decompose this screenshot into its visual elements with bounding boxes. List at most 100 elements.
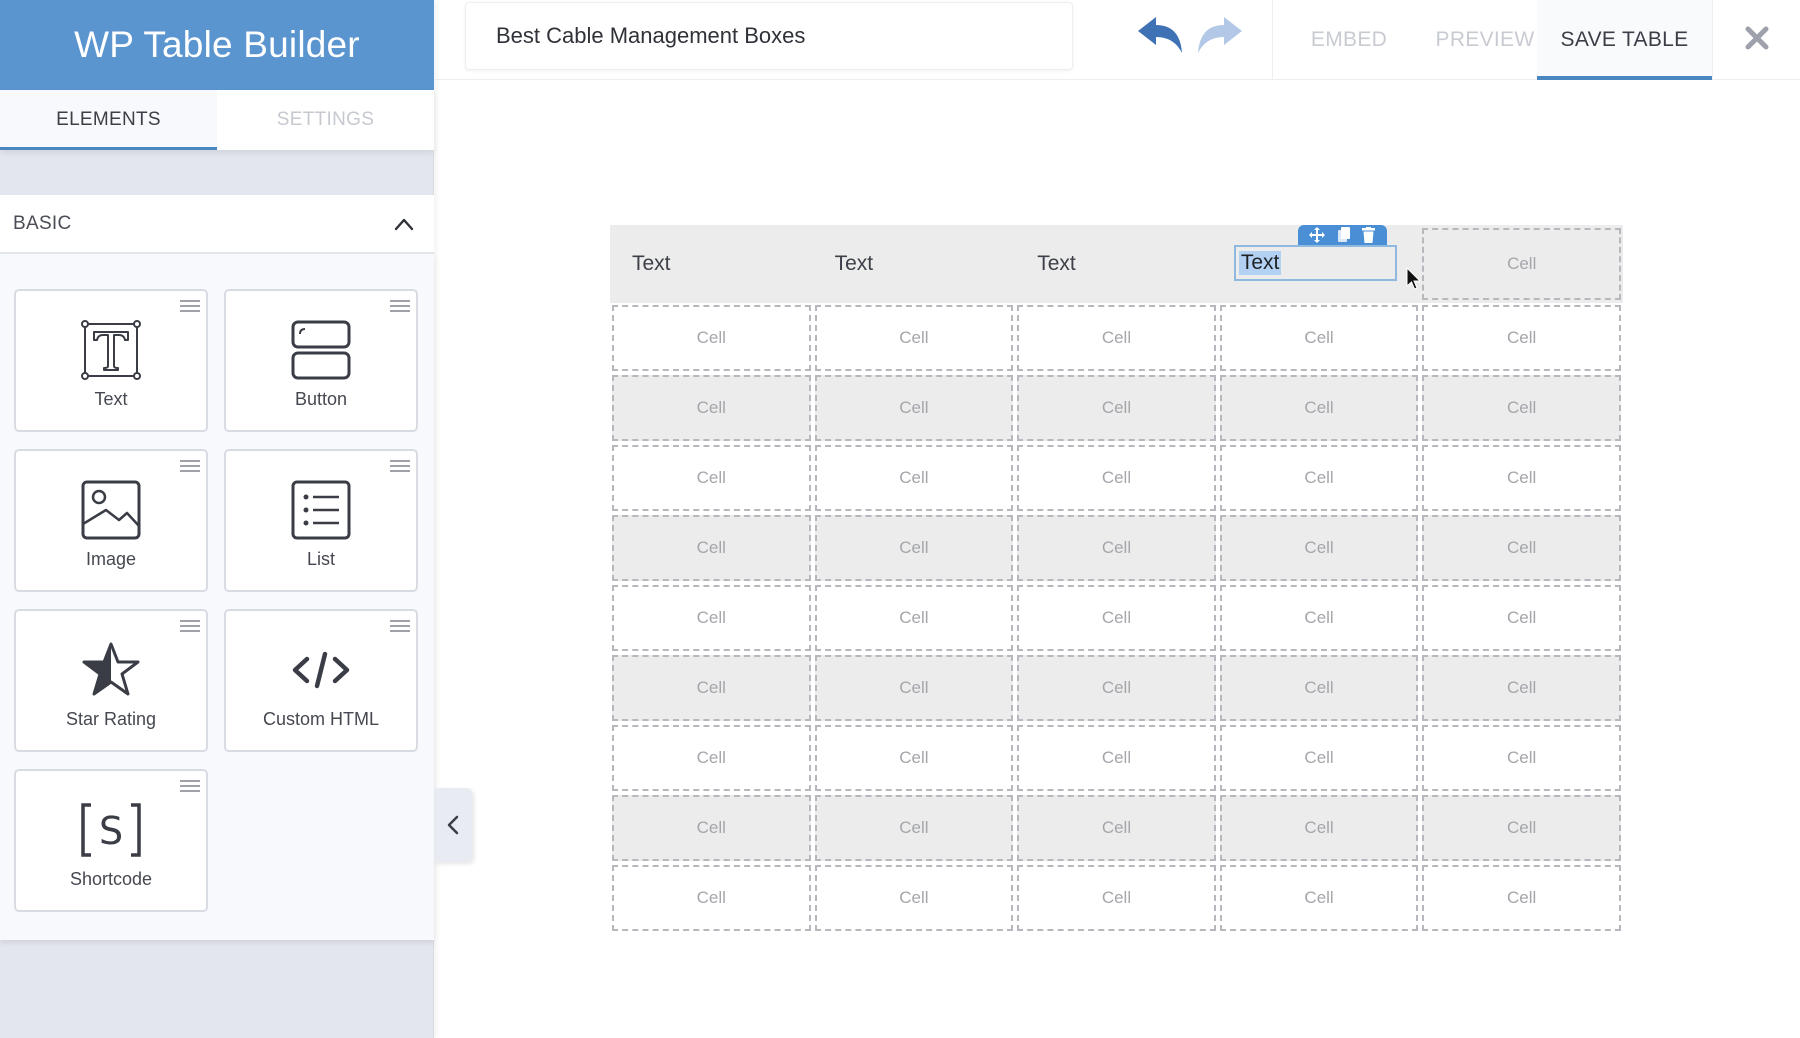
table-cell[interactable]: Cell xyxy=(612,375,811,441)
preview-button[interactable]: PREVIEW xyxy=(1415,0,1555,80)
toolbar-divider xyxy=(1712,0,1713,80)
undo-button[interactable] xyxy=(1135,14,1187,56)
element-custom-html-label: Custom HTML xyxy=(226,709,416,730)
tab-elements[interactable]: ELEMENTS xyxy=(0,90,217,150)
header-cell[interactable]: Text xyxy=(1015,225,1218,303)
table-cell[interactable]: Cell xyxy=(1220,655,1419,721)
table-cell[interactable]: Cell xyxy=(815,445,1014,511)
table-cell[interactable]: Cell xyxy=(612,655,811,721)
table-cell[interactable]: Cell xyxy=(1017,585,1216,651)
embed-button[interactable]: EMBED xyxy=(1293,0,1405,80)
header-cell-empty[interactable]: Cell xyxy=(1422,228,1621,300)
table-cell[interactable]: Cell xyxy=(815,865,1014,931)
table-cell[interactable]: Cell xyxy=(1220,865,1419,931)
table-cell[interactable]: Cell xyxy=(612,865,811,931)
table-cell[interactable]: Cell xyxy=(1017,515,1216,581)
element-image[interactable]: Image xyxy=(14,449,208,592)
table-row: CellCellCellCellCell xyxy=(610,513,1623,583)
table-cell[interactable]: Cell xyxy=(1220,445,1419,511)
table-cell[interactable]: Cell xyxy=(612,585,811,651)
drag-handle-icon[interactable] xyxy=(180,619,200,633)
table-row: CellCellCellCellCell xyxy=(610,373,1623,443)
table-cell[interactable]: Cell xyxy=(1220,305,1419,371)
table-cell[interactable]: Cell xyxy=(815,585,1014,651)
element-star-rating-label: Star Rating xyxy=(16,709,206,730)
table-cell[interactable]: Cell xyxy=(815,515,1014,581)
duplicate-icon[interactable] xyxy=(1337,227,1351,243)
table-cell[interactable]: Cell xyxy=(815,725,1014,791)
table-cell[interactable]: Cell xyxy=(1017,795,1216,861)
table-cell[interactable]: Cell xyxy=(1017,725,1216,791)
drag-handle-icon[interactable] xyxy=(180,459,200,473)
header-cell[interactable]: Text xyxy=(610,225,813,303)
element-shortcode[interactable]: S Shortcode xyxy=(14,769,208,912)
sidebar-tabs: ELEMENTS SETTINGS xyxy=(0,90,434,150)
table-cell[interactable]: Cell xyxy=(1422,725,1621,791)
table-cell[interactable]: Cell xyxy=(1422,655,1621,721)
section-basic-header[interactable]: BASIC xyxy=(0,195,434,253)
star-rating-icon xyxy=(16,639,206,701)
table-cell[interactable]: Cell xyxy=(1422,305,1621,371)
table-cell[interactable]: Cell xyxy=(815,375,1014,441)
move-icon[interactable] xyxy=(1309,227,1325,243)
table-cell[interactable]: Cell xyxy=(1422,445,1621,511)
table-title-input[interactable] xyxy=(465,2,1073,70)
table-cell[interactable]: Cell xyxy=(1220,725,1419,791)
table-cell[interactable]: Cell xyxy=(1422,585,1621,651)
chevron-up-icon xyxy=(394,217,414,231)
trash-icon[interactable] xyxy=(1362,227,1375,243)
selected-text-element[interactable]: Text xyxy=(1234,245,1397,281)
save-table-button[interactable]: SAVE TABLE xyxy=(1537,0,1712,80)
tab-settings[interactable]: SETTINGS xyxy=(217,90,434,150)
undo-icon xyxy=(1136,15,1186,55)
drag-handle-icon[interactable] xyxy=(180,299,200,313)
table-cell[interactable]: Cell xyxy=(1220,795,1419,861)
close-button[interactable] xyxy=(1735,16,1779,60)
element-star-rating[interactable]: Star Rating xyxy=(14,609,208,752)
header-cell[interactable]: Text xyxy=(813,225,1016,303)
table-cell[interactable]: Cell xyxy=(612,515,811,581)
code-icon xyxy=(226,639,416,701)
chevron-left-icon xyxy=(446,814,460,836)
redo-icon xyxy=(1194,15,1244,55)
mouse-cursor-icon xyxy=(1406,267,1422,291)
table-cell[interactable]: Cell xyxy=(1017,865,1216,931)
table-cell[interactable]: Cell xyxy=(1017,445,1216,511)
sidebar: WP Table Builder ELEMENTS SETTINGS BASIC… xyxy=(0,0,434,1038)
table-cell[interactable]: Cell xyxy=(815,655,1014,721)
element-custom-html[interactable]: Custom HTML xyxy=(224,609,418,752)
table-cell[interactable]: Cell xyxy=(1422,865,1621,931)
table-cell[interactable]: Cell xyxy=(1220,375,1419,441)
table-cell[interactable]: Cell xyxy=(1422,515,1621,581)
drag-handle-icon[interactable] xyxy=(390,459,410,473)
close-icon xyxy=(1744,25,1770,51)
table-cell[interactable]: Cell xyxy=(815,305,1014,371)
top-toolbar: EMBED PREVIEW SAVE TABLE xyxy=(435,0,1800,80)
collapse-sidebar-button[interactable] xyxy=(434,788,472,862)
table-row: CellCellCellCellCell xyxy=(610,723,1623,793)
element-button[interactable]: Button xyxy=(224,289,418,432)
section-basic-label: BASIC xyxy=(13,213,72,235)
table-cell[interactable]: Cell xyxy=(1017,305,1216,371)
table-cell[interactable]: Cell xyxy=(1422,795,1621,861)
table-cell[interactable]: Cell xyxy=(612,445,811,511)
table-cell[interactable]: Cell xyxy=(612,725,811,791)
table-cell[interactable]: Cell xyxy=(1422,375,1621,441)
table-canvas: Text Text Text Text Cell CellCellCellCel… xyxy=(435,81,1800,1038)
table-row: CellCellCellCellCell xyxy=(610,583,1623,653)
table-cell[interactable]: Cell xyxy=(612,795,811,861)
table-cell[interactable]: Cell xyxy=(1017,375,1216,441)
table-cell[interactable]: Cell xyxy=(1220,515,1419,581)
header-cell-selected[interactable]: Text xyxy=(1218,225,1421,303)
element-text[interactable]: Text xyxy=(14,289,208,432)
table-cell[interactable]: Cell xyxy=(612,305,811,371)
redo-button[interactable] xyxy=(1193,14,1245,56)
table-cell[interactable]: Cell xyxy=(815,795,1014,861)
table-cell[interactable]: Cell xyxy=(1220,585,1419,651)
drag-handle-icon[interactable] xyxy=(180,779,200,793)
table-cell[interactable]: Cell xyxy=(1017,655,1216,721)
drag-handle-icon[interactable] xyxy=(390,619,410,633)
element-list[interactable]: List xyxy=(224,449,418,592)
drag-handle-icon[interactable] xyxy=(390,299,410,313)
button-icon xyxy=(226,319,416,381)
